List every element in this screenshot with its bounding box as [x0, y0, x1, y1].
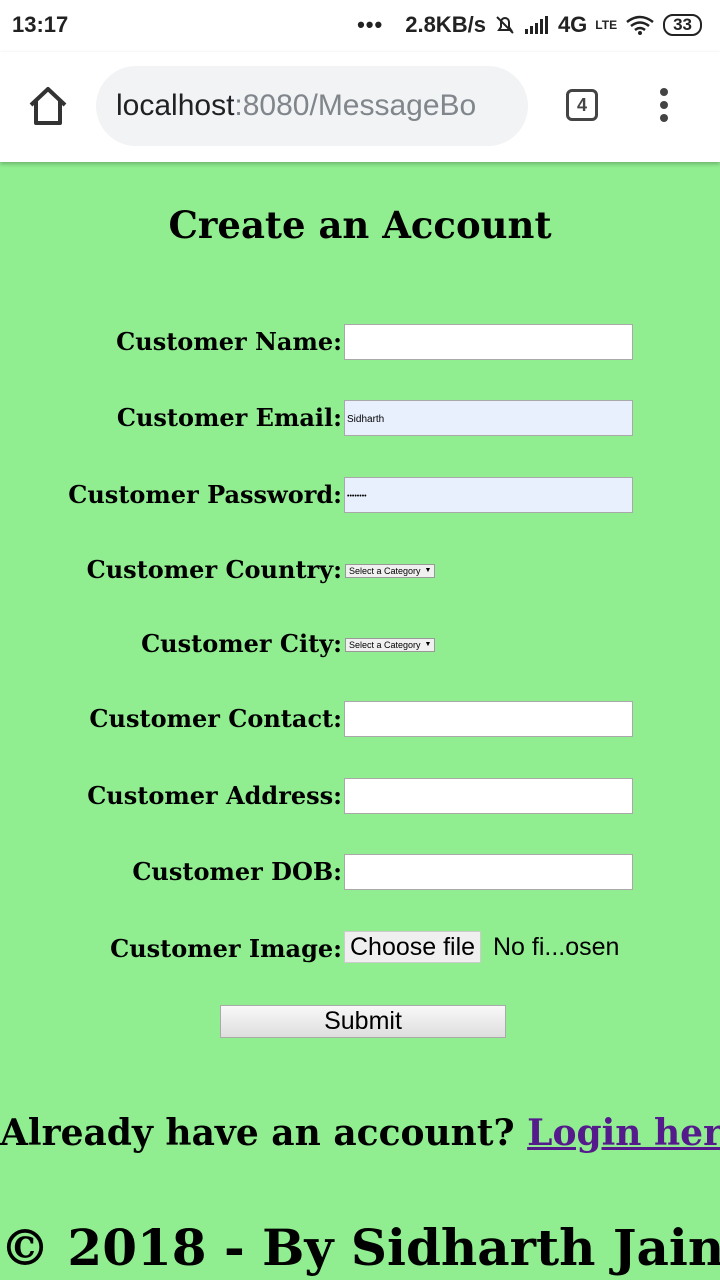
battery-icon: 33: [663, 14, 702, 36]
city-select[interactable]: Select a Category ▼: [345, 638, 436, 652]
wifi-icon: [626, 15, 654, 35]
url-path: :8080/MessageBo: [234, 89, 477, 122]
chevron-down-icon: ▼: [424, 567, 432, 574]
country-select-value: Select a Category: [349, 566, 421, 576]
browser-toolbar: localhost:8080/MessageBo 4: [0, 52, 720, 162]
footer-copyright: © 2018 - By Sidharth Jain: [0, 1218, 720, 1277]
login-prompt: Already have an account? Login here: [0, 1112, 720, 1154]
country-label: Customer Country:: [86, 555, 342, 584]
notification-dots-icon: •••: [357, 12, 384, 37]
contact-label: Customer Contact:: [89, 704, 342, 733]
form-row-contact: Customer Contact:: [0, 699, 720, 739]
city-label: Customer City:: [141, 629, 342, 658]
choose-file-button[interactable]: Choose file: [344, 931, 482, 963]
network-speed: 2.8KB/s: [405, 12, 486, 37]
name-label: Customer Name:: [116, 327, 342, 356]
form-row-name: Customer Name:: [0, 322, 720, 362]
dob-label: Customer DOB:: [132, 857, 342, 886]
form-row-image: Customer Image: Choose file No fi...osen: [0, 929, 720, 969]
signal-icon: [524, 16, 548, 34]
submit-button[interactable]: Submit: [220, 1005, 506, 1038]
url-host: localhost: [116, 89, 235, 122]
email-input[interactable]: Sidharth: [344, 400, 633, 436]
email-label: Customer Email:: [116, 403, 342, 432]
tab-switcher-button[interactable]: 4: [566, 89, 598, 121]
contact-input[interactable]: [344, 701, 633, 737]
login-prompt-text: Already have an account?: [0, 1112, 515, 1154]
status-icons: ••• 2.8KB/s 4G LTE 33: [357, 12, 702, 38]
image-label: Customer Image:: [110, 934, 342, 963]
file-name-text: No fi...osen: [493, 933, 620, 961]
status-time: 13:17: [12, 12, 69, 37]
chevron-down-icon: ▼: [424, 641, 432, 648]
home-icon[interactable]: [26, 84, 70, 128]
status-bar: 13:17 ••• 2.8KB/s 4G LTE 33: [0, 0, 720, 52]
password-label: Customer Password:: [68, 480, 342, 509]
country-select[interactable]: Select a Category ▼: [345, 564, 436, 578]
form-row-address: Customer Address:: [0, 776, 720, 816]
form-row-password: Customer Password: ••••••••: [0, 475, 720, 515]
dob-input[interactable]: [344, 854, 633, 890]
page-title: Create an Account: [168, 203, 552, 247]
form-row-city: Customer City: Select a Category ▼: [0, 624, 720, 664]
address-input[interactable]: [344, 778, 633, 814]
mute-bell-icon: [496, 16, 514, 34]
login-link[interactable]: Login here: [527, 1112, 720, 1154]
volte-icon: LTE: [595, 18, 618, 32]
network-type: 4G: [557, 12, 588, 37]
address-label: Customer Address:: [87, 781, 342, 810]
url-bar[interactable]: localhost:8080/MessageBo: [96, 66, 528, 146]
form-row-dob: Customer DOB:: [0, 852, 720, 892]
form-row-email: Customer Email: Sidharth: [0, 398, 720, 438]
name-input[interactable]: [344, 324, 633, 360]
city-select-value: Select a Category: [349, 640, 421, 650]
form-row-country: Customer Country: Select a Category ▼: [0, 550, 720, 590]
password-input[interactable]: ••••••••: [344, 477, 633, 513]
overflow-menu-icon[interactable]: [656, 88, 672, 128]
